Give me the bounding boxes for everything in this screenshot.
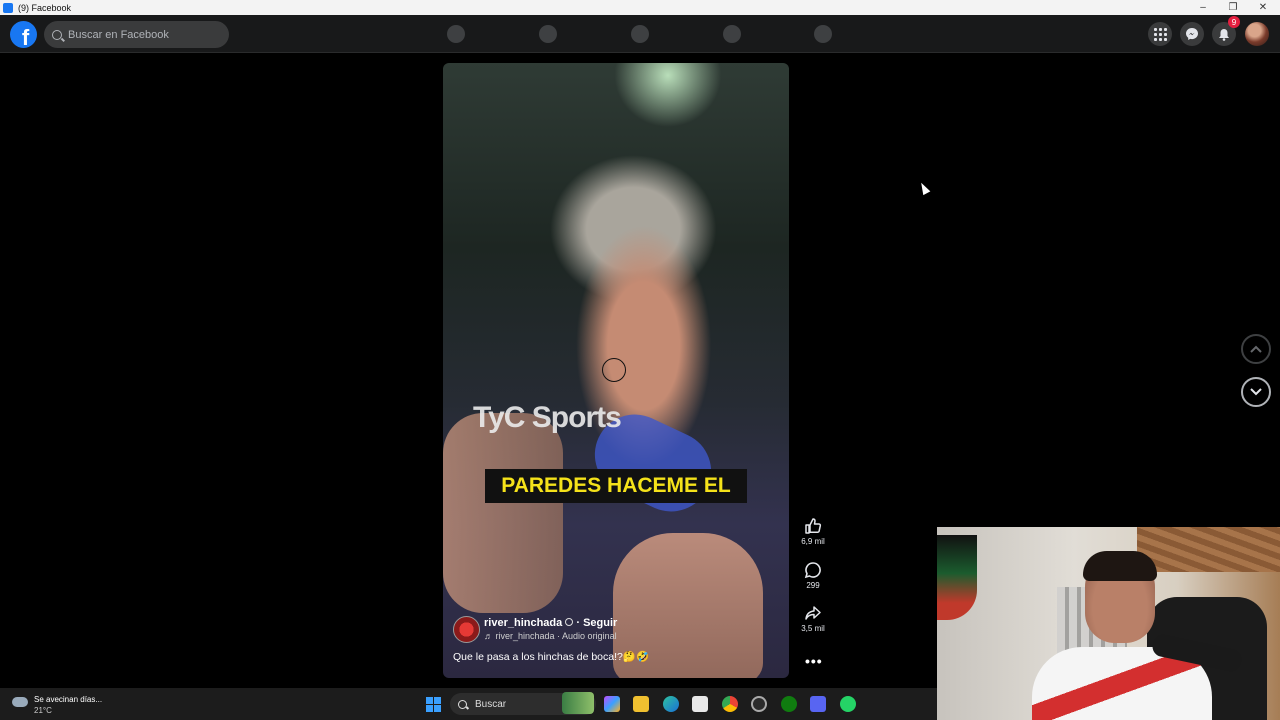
- weather-rain-icon: [12, 697, 28, 707]
- search-icon: [52, 29, 62, 40]
- shares-count: 3,5 mil: [801, 624, 825, 633]
- nav-home-icon[interactable]: [447, 25, 465, 43]
- xbox-icon[interactable]: [781, 696, 797, 712]
- windows-start-icon[interactable]: [426, 697, 441, 712]
- copilot-icon[interactable]: [604, 696, 620, 712]
- likes-count: 6,9 mil: [801, 537, 825, 546]
- share-button[interactable]: 3,5 mil: [795, 604, 831, 633]
- notifications-badge: 9: [1228, 16, 1240, 28]
- comments-count: 299: [806, 581, 820, 590]
- search-input[interactable]: [68, 28, 218, 41]
- taskbar-search-label: Buscar: [475, 698, 507, 710]
- weather-temperature: 21°C: [34, 706, 52, 715]
- thumbs-up-icon: [805, 518, 822, 534]
- search-icon: [458, 699, 467, 709]
- messenger-icon: [1186, 28, 1198, 40]
- previous-reel-button[interactable]: [1241, 334, 1271, 364]
- chevron-down-icon: [1250, 388, 1262, 396]
- channel-name[interactable]: river_hinchada: [484, 617, 562, 629]
- whatsapp-icon[interactable]: [840, 696, 856, 712]
- like-button[interactable]: 6,9 mil: [795, 517, 831, 546]
- search-highlight-icon[interactable]: [562, 692, 594, 714]
- profile-avatar[interactable]: [1245, 22, 1269, 46]
- window-title: (9) Facebook: [18, 2, 72, 13]
- discord-icon[interactable]: [810, 696, 826, 712]
- reel-description: Que le pasa a los hinchas de boca!?🤔🤣: [453, 651, 650, 663]
- minimize-button[interactable]: –: [1188, 0, 1218, 15]
- grid-menu-icon: [1153, 27, 1167, 41]
- weather-forecast: Se avecinan días...: [34, 695, 103, 704]
- webcam-overlay: [937, 527, 1280, 720]
- comment-button[interactable]: 299: [795, 561, 831, 590]
- nav-gaming-icon[interactable]: [814, 25, 832, 43]
- focus-ring-icon: [602, 358, 626, 382]
- edge-browser-icon[interactable]: [663, 696, 679, 712]
- next-reel-button[interactable]: [1241, 377, 1271, 407]
- messenger-button[interactable]: [1180, 22, 1204, 46]
- nav-marketplace-icon[interactable]: [631, 25, 649, 43]
- chevron-up-icon: [1250, 345, 1262, 353]
- window-titlebar: (9) Facebook: [0, 0, 1280, 15]
- microsoft-store-icon[interactable]: [692, 696, 708, 712]
- reel-video[interactable]: TyC Sports PAREDES HACEME EL river_hinch…: [443, 63, 789, 678]
- nav-video-icon[interactable]: [539, 25, 557, 43]
- facebook-favicon-icon: [3, 2, 13, 13]
- facebook-search[interactable]: [44, 21, 229, 48]
- facebook-header: f 9: [0, 15, 1280, 53]
- obs-icon[interactable]: [751, 696, 767, 712]
- audio-label[interactable]: ♬ river_hinchada · Audio original: [484, 631, 617, 641]
- chrome-icon[interactable]: [722, 696, 738, 712]
- broadcaster-watermark: TyC Sports: [473, 401, 622, 434]
- mouse-cursor-icon: [917, 180, 931, 196]
- reel-info: river_hinchada · Seguir ♬ river_hinchada…: [453, 616, 650, 663]
- nav-groups-icon[interactable]: [723, 25, 741, 43]
- menu-button[interactable]: [1148, 22, 1172, 46]
- verified-icon: [565, 618, 574, 626]
- facebook-logo-icon[interactable]: f: [10, 21, 37, 48]
- close-button[interactable]: ✕: [1248, 0, 1278, 15]
- comment-icon: [804, 562, 821, 579]
- follow-button[interactable]: Seguir: [583, 617, 617, 629]
- more-options-icon[interactable]: •••: [805, 653, 823, 669]
- channel-avatar[interactable]: [453, 616, 480, 643]
- file-explorer-icon[interactable]: [633, 696, 649, 712]
- share-icon: [805, 606, 821, 620]
- notifications-button[interactable]: 9: [1212, 16, 1240, 46]
- windows-taskbar: Se avecinan días... 21°C Buscar: [0, 688, 937, 720]
- bell-icon: [1219, 28, 1229, 41]
- restore-button[interactable]: ❐: [1218, 0, 1248, 15]
- video-caption: PAREDES HACEME EL: [485, 469, 747, 503]
